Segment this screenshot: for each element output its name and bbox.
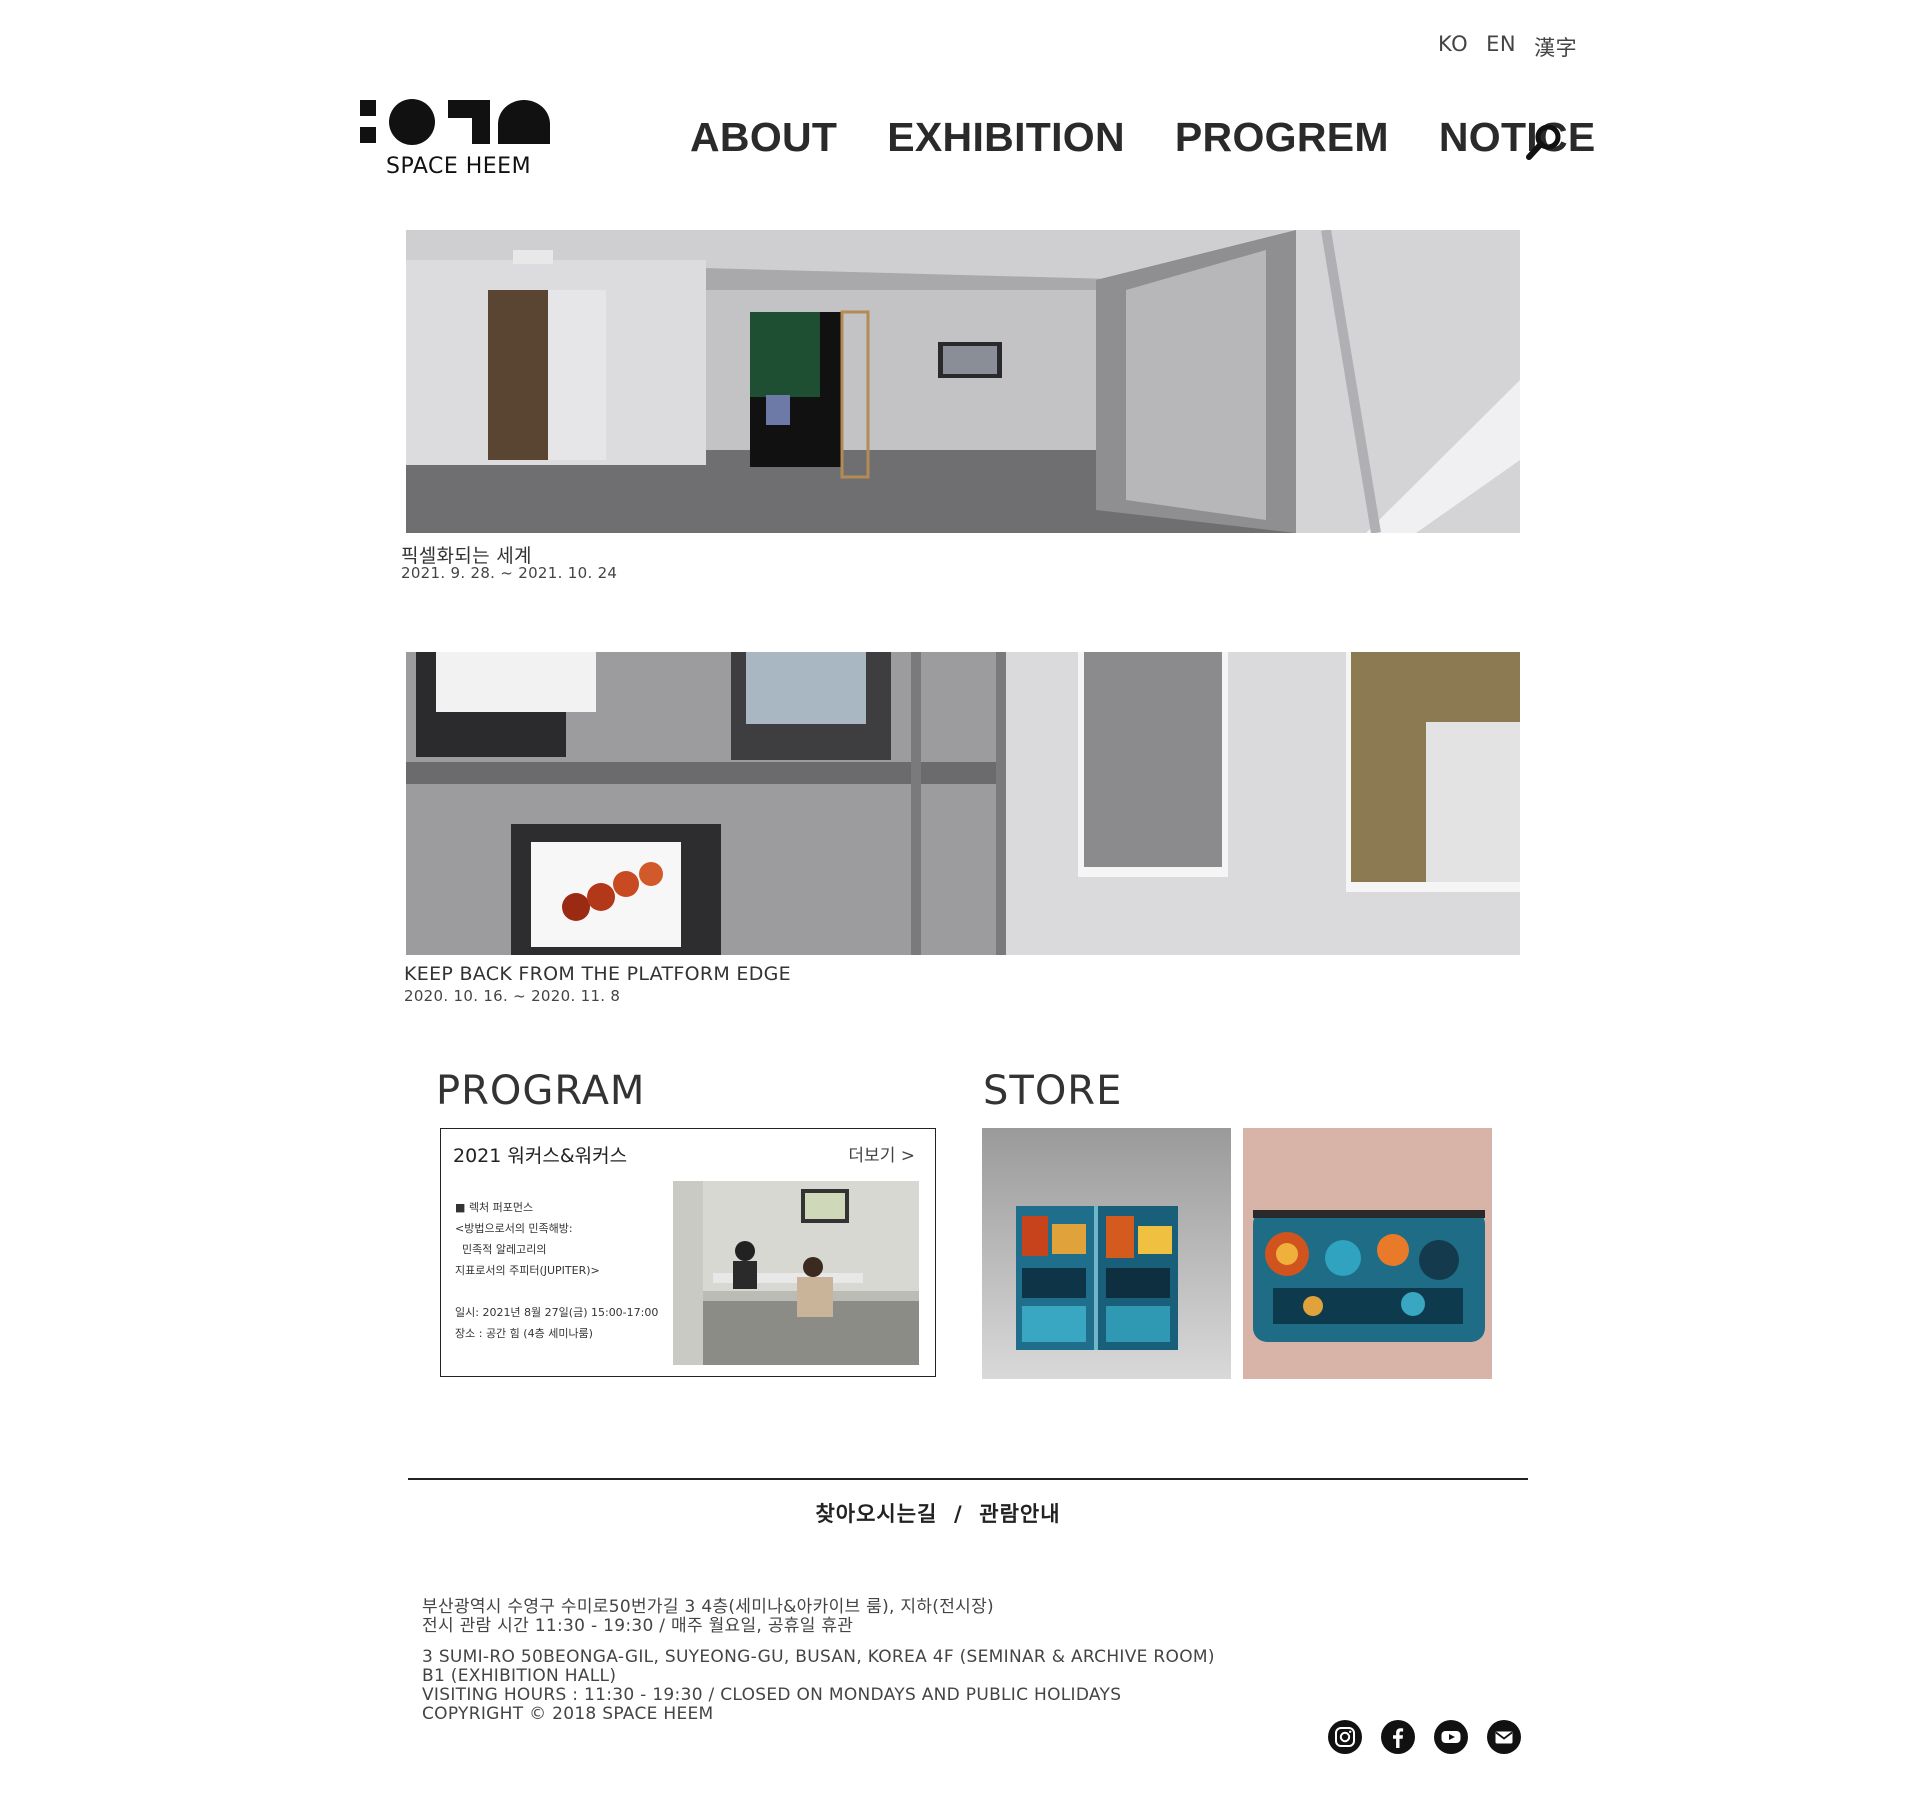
program-desc-line: 장소 : 공간 힘 (4층 세미나룸) [455, 1327, 593, 1340]
store-item-pouch[interactable] [1243, 1128, 1492, 1379]
program-desc-line: 지표로서의 주피터(JUPITER)> [455, 1264, 600, 1277]
logo-mark [360, 98, 550, 148]
hours-english: VISITING HOURS : 11:30 - 19:30 / CLOSED … [422, 1685, 1122, 1705]
main-nav: ABOUT EXHIBITION PROGREM NOTICE [690, 114, 1596, 161]
store-heading: STORE [983, 1068, 1123, 1114]
program-card[interactable]: 2021 워커스&워커스 더보기 > ■ 렉처 퍼포먼스 <방법으로서의 민족해… [440, 1128, 936, 1377]
youtube-icon[interactable] [1434, 1720, 1468, 1754]
program-desc-line: <방법으로서의 민족해방: [455, 1222, 573, 1235]
exhibition-image-1[interactable] [406, 230, 1520, 533]
mail-icon[interactable] [1487, 1720, 1521, 1754]
footer-divider [408, 1478, 1528, 1480]
program-photo[interactable] [673, 1181, 919, 1365]
exhibition-date-2: 2020. 10. 16. ~ 2020. 11. 8 [404, 987, 621, 1005]
program-card-title[interactable]: 2021 워커스&워커스 [453, 1141, 627, 1168]
nav-program[interactable]: PROGREM [1175, 114, 1389, 161]
lang-hanja[interactable]: 漢字 [1534, 32, 1577, 62]
visit-info-heading[interactable]: 찾아오시는길 / 관람안내 [0, 1498, 1876, 1528]
copyright: COPYRIGHT © 2018 SPACE HEEM [422, 1704, 714, 1724]
address-english-2: B1 (EXHIBITION HALL) [422, 1666, 617, 1686]
logo-text: SPACE HEEM [386, 154, 532, 179]
nav-exhibition[interactable]: EXHIBITION [887, 114, 1125, 161]
program-heading: PROGRAM [436, 1068, 646, 1114]
site-logo[interactable]: SPACE HEEM [360, 98, 550, 179]
instagram-icon[interactable] [1328, 1720, 1362, 1754]
lang-en[interactable]: EN [1486, 32, 1516, 62]
facebook-icon[interactable] [1381, 1720, 1415, 1754]
program-desc-line: ■ 렉처 퍼포먼스 [455, 1201, 534, 1214]
address-korean: 부산광역시 수영구 수미로50번가길 3 4층(세미나&아카이브 룸), 지하(… [422, 1597, 994, 1617]
search-icon[interactable] [1524, 122, 1564, 162]
hours-korean: 전시 관람 시간 11:30 - 19:30 / 매주 월요일, 공휴일 휴관 [422, 1616, 854, 1636]
exhibition-title-2[interactable]: KEEP BACK FROM THE PLATFORM EDGE [404, 963, 791, 985]
lang-ko[interactable]: KO [1438, 32, 1468, 62]
language-switch: KO EN 漢字 [1438, 32, 1577, 62]
program-desc-line: 일시: 2021년 8월 27일(금) 15:00-17:00 [455, 1306, 659, 1319]
address-english-1: 3 SUMI-RO 50BEONGA-GIL, SUYEONG-GU, BUSA… [422, 1647, 1215, 1667]
nav-about[interactable]: ABOUT [690, 114, 837, 161]
program-description: ■ 렉처 퍼포먼스 <방법으로서의 민족해방: 민족적 알레고리의 지표로서의 … [455, 1197, 658, 1344]
store-item-book[interactable] [982, 1128, 1231, 1379]
program-more-link[interactable]: 더보기 > [848, 1141, 915, 1166]
social-links [1328, 1720, 1521, 1754]
exhibition-image-2[interactable] [406, 652, 1520, 955]
program-desc-line: 민족적 알레고리의 [455, 1243, 547, 1256]
nav-notice[interactable]: NOTICE [1439, 114, 1596, 161]
program-desc-line [455, 1281, 658, 1302]
exhibition-date-1: 2021. 9. 28. ~ 2021. 10. 24 [401, 564, 618, 582]
